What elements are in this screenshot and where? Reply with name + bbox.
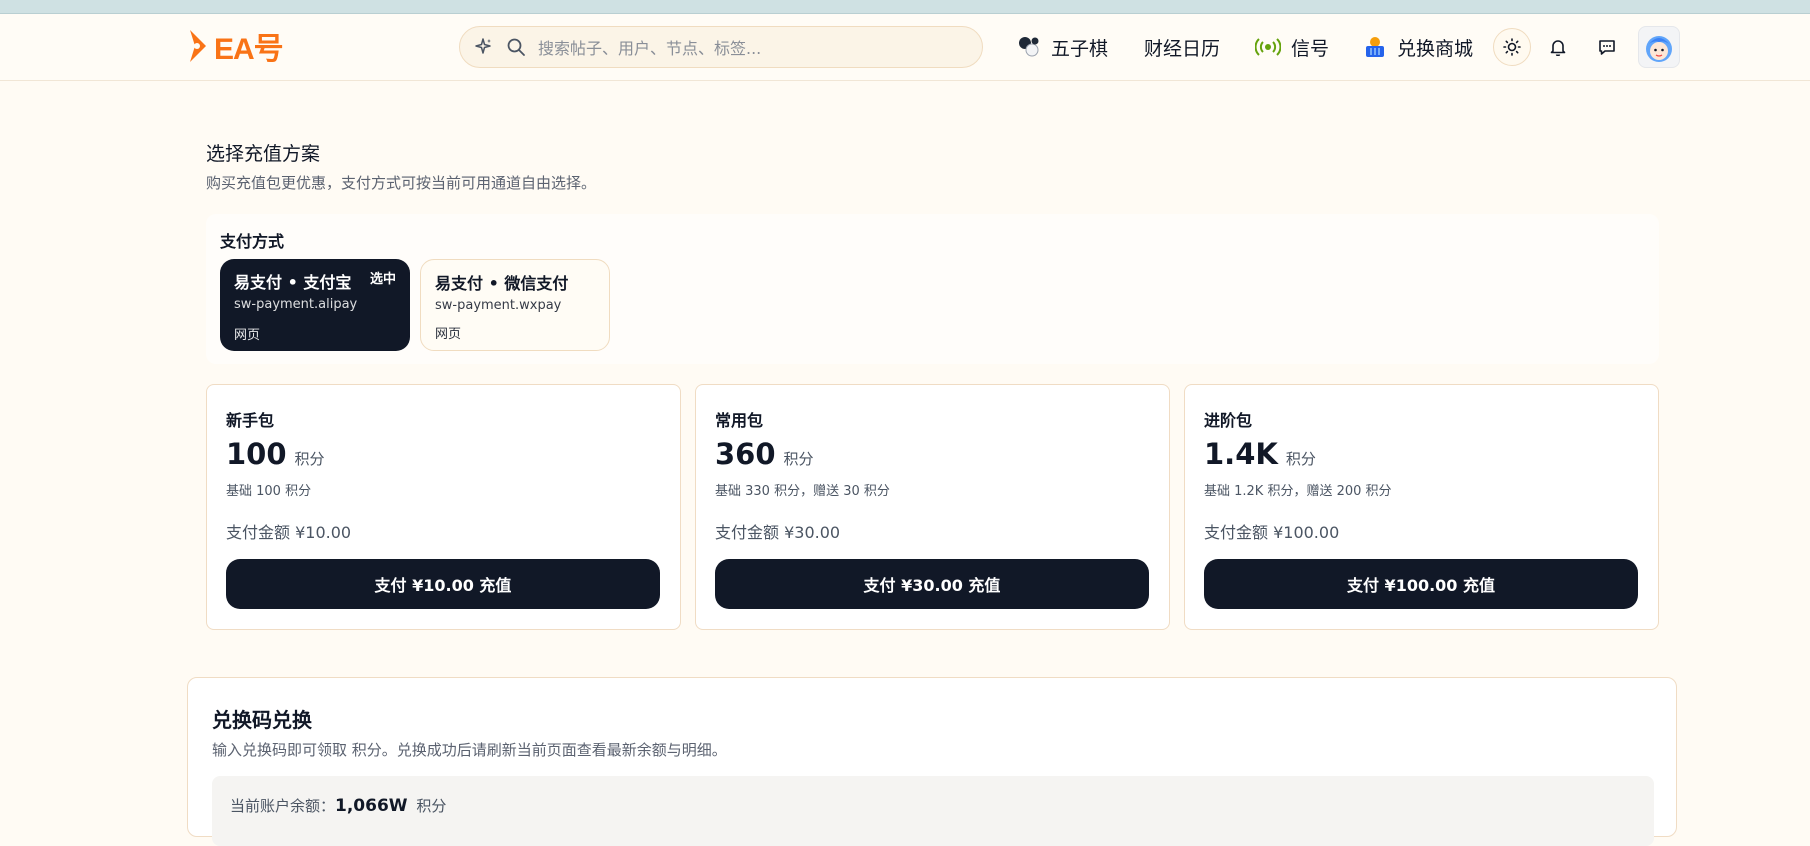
payment-method-panel: 支付方式 易支付 • 支付宝 sw-payment.alipay 网页 选中 易… [206, 214, 1659, 364]
package-card-starter: 新手包 100 积分 基础 100 积分 支付金额 ¥10.00 支付 ¥10.… [206, 384, 681, 630]
logo-arrow-icon [190, 30, 206, 62]
logo-text: EA号 [214, 33, 284, 66]
package-points-value: 1.4K [1204, 437, 1278, 471]
nav-calendar[interactable]: 财经日历 [1144, 32, 1220, 62]
package-points-value: 100 [226, 437, 287, 471]
balance-unit: 积分 [416, 797, 447, 815]
balance-value: 1,066W [335, 796, 408, 816]
nav-store[interactable]: 兑换商城 [1363, 32, 1473, 62]
plans-subtitle: 购买充值包更优惠，支付方式可按当前可用通道自由选择。 [206, 174, 597, 192]
package-points-unit: 积分 [294, 450, 325, 468]
package-detail: 基础 1.2K 积分，赠送 200 积分 [1204, 484, 1392, 499]
package-detail: 基础 100 积分 [226, 484, 312, 499]
site-logo[interactable]: EA号 [188, 28, 284, 66]
nav-gomoku-label: 五子棋 [1051, 37, 1109, 60]
user-avatar[interactable] [1638, 26, 1680, 68]
balance-label: 当前账户余额： [230, 797, 336, 815]
nav-signal[interactable]: 信号 [1255, 32, 1329, 62]
search-input[interactable]: 搜索帖子、用户、节点、标签... [538, 35, 761, 59]
search-bar[interactable]: 搜索帖子、用户、节点、标签... [459, 26, 983, 68]
bell-icon [1550, 40, 1566, 56]
package-points: 360 积分 [715, 437, 814, 471]
signal-broadcast-icon [1255, 36, 1281, 58]
redeem-title: 兑换码兑换 [212, 708, 312, 732]
sun-icon [1503, 38, 1521, 56]
messages-button[interactable] [1588, 28, 1626, 66]
package-points: 100 积分 [226, 437, 325, 471]
site-header: EA号 搜索帖子、用户、节点、标签... 五子棋 财经日历 信号 兑换商城 [0, 14, 1810, 81]
nav-signal-label: 信号 [1291, 37, 1330, 60]
package-amount: 支付金额 ¥30.00 [715, 523, 841, 542]
browser-top-strip [0, 0, 1810, 14]
package-name: 进阶包 [1204, 411, 1253, 430]
package-points-value: 360 [715, 437, 776, 471]
package-amount: 支付金额 ¥10.00 [226, 523, 352, 542]
redeem-code-panel: 兑换码兑换 输入兑换码即可领取 积分。兑换成功后请刷新当前页面查看最新余额与明细… [187, 677, 1677, 846]
plans-title: 选择充值方案 [206, 143, 321, 165]
payment-option-code: sw-payment.alipay [234, 297, 358, 312]
search-icon [507, 38, 525, 56]
nav-gomoku[interactable]: 五子棋 [1017, 32, 1108, 62]
payment-option-kind: 网页 [435, 327, 462, 342]
pay-button-starter[interactable]: 支付 ¥10.00 充值 [226, 559, 660, 609]
sparkle-icon[interactable] [474, 37, 494, 57]
pay-button-advanced[interactable]: 支付 ¥100.00 充值 [1204, 559, 1638, 609]
payment-option-kind: 网页 [234, 328, 261, 343]
avatar-face-icon [1646, 36, 1672, 62]
redeem-description: 输入兑换码即可领取 积分。兑换成功后请刷新当前页面查看最新余额与明细。 [212, 741, 727, 759]
package-points-unit: 积分 [783, 450, 814, 468]
package-card-common: 常用包 360 积分 基础 330 积分，赠送 30 积分 支付金额 ¥30.0… [695, 384, 1170, 630]
package-points-unit: 积分 [1285, 450, 1316, 468]
payment-option-wxpay[interactable]: 易支付 • 微信支付 sw-payment.wxpay 网页 [420, 259, 610, 351]
nav-store-label: 兑换商城 [1397, 37, 1474, 60]
package-name: 常用包 [715, 411, 764, 430]
chat-icon [1599, 40, 1615, 55]
package-detail: 基础 330 积分，赠送 30 积分 [715, 484, 890, 499]
payment-method-label: 支付方式 [220, 232, 285, 251]
notification-button[interactable] [1539, 28, 1577, 66]
selected-badge: 选中 [369, 272, 396, 287]
payment-option-title: 易支付 • 微信支付 [435, 274, 569, 293]
gomoku-stones-icon [1017, 35, 1041, 59]
package-amount: 支付金额 ¥100.00 [1204, 523, 1340, 542]
package-points: 1.4K 积分 [1204, 437, 1316, 471]
package-card-advanced: 进阶包 1.4K 积分 基础 1.2K 积分，赠送 200 积分 支付金额 ¥1… [1184, 384, 1659, 630]
account-balance: 当前账户余额：1,066W 积分 [212, 776, 1654, 846]
package-name: 新手包 [226, 411, 275, 430]
payment-option-alipay[interactable]: 易支付 • 支付宝 sw-payment.alipay 网页 选中 [220, 259, 410, 351]
theme-toggle-button[interactable] [1493, 28, 1531, 66]
store-basket-icon [1363, 35, 1387, 59]
nav-calendar-label: 财经日历 [1144, 37, 1221, 60]
pay-button-common[interactable]: 支付 ¥30.00 充值 [715, 559, 1149, 609]
payment-option-code: sw-payment.wxpay [435, 298, 562, 313]
